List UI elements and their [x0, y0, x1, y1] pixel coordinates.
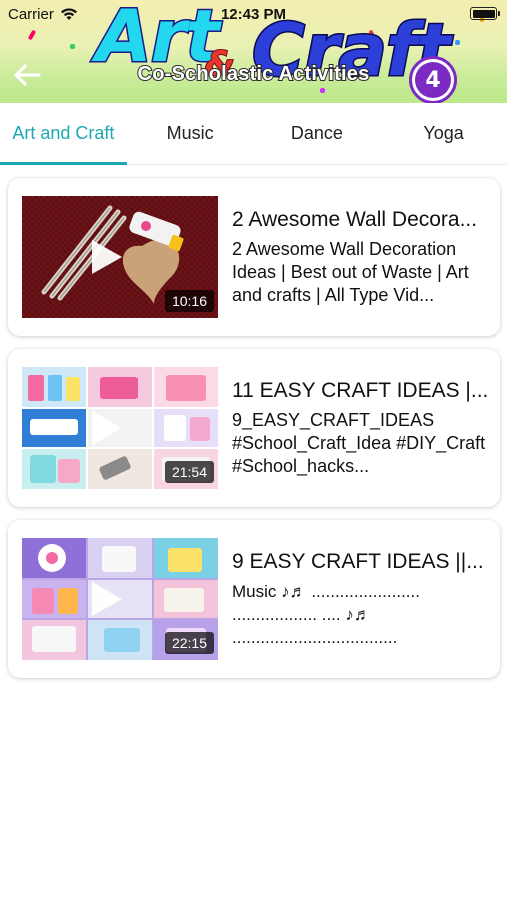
- video-description: 9_EASY_CRAFT_IDEAS #School_Craft_Idea #D…: [232, 409, 486, 476]
- play-icon: [92, 582, 122, 616]
- app-screen: Art & Craft Carrier 12:43 PM Co-Scholast…: [0, 0, 507, 900]
- battery-icon: [470, 7, 500, 20]
- category-tabs: Art and Craft Music Dance Yoga: [0, 103, 507, 165]
- tab-dance[interactable]: Dance: [254, 103, 381, 164]
- video-info: 2 Awesome Wall Decora... 2 Awesome Wall …: [232, 208, 490, 307]
- video-title: 9 EASY CRAFT IDEAS ||...: [232, 549, 484, 573]
- video-card[interactable]: 21:54 11 EASY CRAFT IDEAS |... 9_EASY_CR…: [8, 349, 500, 507]
- video-description: 2 Awesome Wall Decoration Ideas | Best o…: [232, 238, 469, 305]
- video-thumbnail: 10:16: [22, 196, 218, 318]
- video-info: 9 EASY CRAFT IDEAS ||... Music ♪♬ ......…: [232, 550, 490, 649]
- status-bar: Carrier 12:43 PM: [0, 0, 507, 28]
- video-duration: 10:16: [164, 290, 214, 312]
- status-time: 12:43 PM: [220, 5, 287, 23]
- class-badge: 4: [409, 56, 457, 103]
- video-thumbnail: 21:54: [22, 367, 218, 489]
- video-thumbnail: 22:15: [22, 538, 218, 660]
- video-title: 11 EASY CRAFT IDEAS |...: [232, 378, 489, 402]
- video-title: 2 Awesome Wall Decora...: [232, 207, 478, 231]
- play-icon: [92, 411, 122, 445]
- confetti-decoration: [27, 29, 37, 41]
- tab-art-and-craft[interactable]: Art and Craft: [0, 103, 127, 165]
- video-duration: 21:54: [164, 461, 214, 483]
- tab-yoga[interactable]: Yoga: [380, 103, 507, 164]
- video-card[interactable]: 22:15 9 EASY CRAFT IDEAS ||... Music ♪♬ …: [8, 520, 500, 678]
- class-badge-number: 4: [415, 62, 451, 98]
- play-icon: [92, 240, 122, 274]
- video-description: Music ♪♬ ....................... .......…: [232, 581, 420, 647]
- video-info: 11 EASY CRAFT IDEAS |... 9_EASY_CRAFT_ID…: [232, 379, 490, 478]
- header-banner: Art & Craft Carrier 12:43 PM Co-Scholast…: [0, 0, 507, 103]
- confetti-decoration: [70, 44, 75, 49]
- tab-music[interactable]: Music: [127, 103, 254, 164]
- video-card[interactable]: 10:16 2 Awesome Wall Decora... 2 Awesome…: [8, 178, 500, 336]
- confetti-decoration: [455, 40, 460, 45]
- video-duration: 22:15: [164, 632, 214, 654]
